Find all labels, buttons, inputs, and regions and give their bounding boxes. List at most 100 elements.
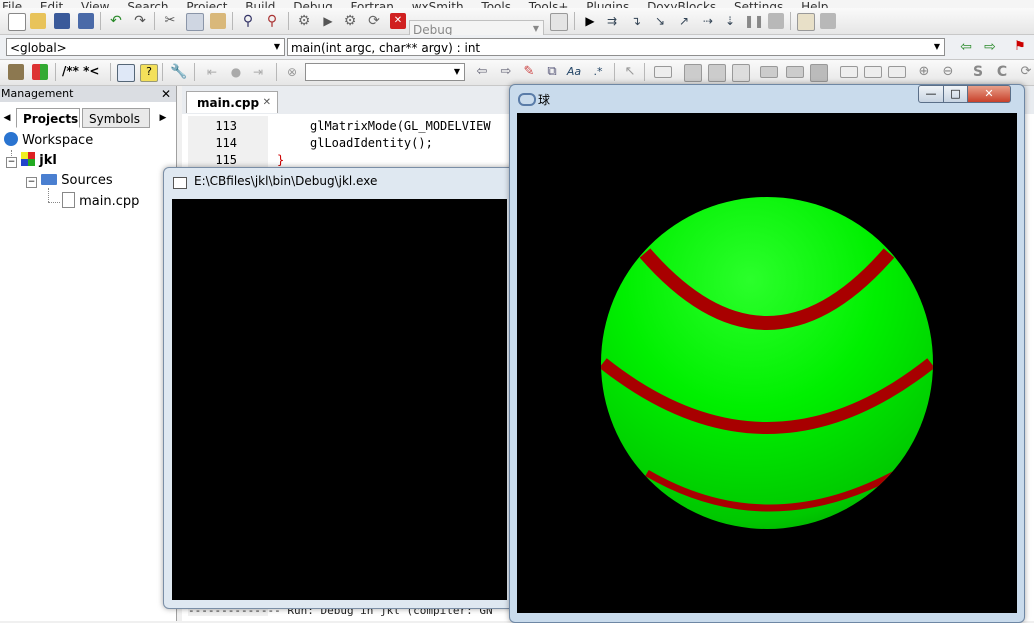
zoom-in-icon[interactable]: ⊕ [916, 64, 932, 80]
find-icon[interactable]: ⚲ [240, 13, 256, 29]
s-icon[interactable]: S [970, 64, 986, 80]
close-button[interactable]: ✕ [967, 85, 1011, 103]
save-icon[interactable] [54, 13, 70, 29]
next-line-icon[interactable]: ↴ [628, 13, 644, 29]
tree-item-workspace[interactable]: Workspace [4, 132, 93, 150]
menu-project[interactable]: Project [186, 0, 227, 8]
frame-icon[interactable] [810, 64, 828, 82]
back-arrow-icon[interactable]: ⇦ [958, 39, 974, 55]
menu-edit[interactable]: Edit [40, 0, 63, 8]
code-line[interactable]: glMatrixMode(GL_MODELVIEW [310, 119, 491, 133]
opengl-viewport[interactable] [517, 113, 1017, 613]
selected-text-icon[interactable]: ⧉ [544, 64, 560, 80]
menu-file[interactable]: File [2, 0, 22, 8]
menu-wxsmith[interactable]: wxSmith [412, 0, 464, 8]
tree-item-sources[interactable]: − Sources [26, 172, 113, 190]
editor-tab-main-cpp[interactable]: main.cpp ✕ [186, 91, 278, 113]
button-icon[interactable] [840, 66, 858, 78]
minimize-button[interactable]: — [918, 85, 944, 103]
run-to-cursor-icon[interactable]: ⇉ [604, 13, 620, 29]
menu-fortran[interactable]: Fortran [351, 0, 394, 8]
menu-debug[interactable]: Debug [293, 0, 332, 8]
info-icon[interactable] [820, 13, 836, 29]
abort-icon[interactable]: ✕ [390, 13, 406, 29]
stop-icon[interactable] [768, 13, 784, 29]
menu-toolsplus[interactable]: Tools+ [529, 0, 569, 8]
collapse-icon[interactable]: − [26, 177, 37, 188]
tab-scroll-left-icon[interactable]: ◀ [0, 108, 14, 128]
toggle-bookmark-icon[interactable]: ● [228, 64, 244, 80]
checkbox-icon[interactable] [888, 66, 906, 78]
prev-bookmark-icon[interactable]: ⇤ [204, 64, 220, 80]
cut-icon[interactable]: ✂ [162, 13, 178, 29]
layout-icon[interactable] [760, 66, 778, 78]
maximize-button[interactable]: □ [943, 85, 968, 103]
code-line[interactable]: glLoadIdentity(); [310, 136, 433, 150]
pointer-icon[interactable]: ↖ [622, 64, 638, 80]
match-case-icon[interactable]: Aa [566, 64, 582, 80]
rebuild-icon[interactable]: ⟳ [366, 13, 382, 29]
bookmark-flag-icon[interactable]: ⚑ [1012, 39, 1028, 55]
save-all-icon[interactable] [78, 13, 94, 29]
tab-symbols[interactable]: Symbols [82, 108, 150, 128]
target-options-icon[interactable] [550, 13, 568, 31]
forward-arrow-icon[interactable]: ⇨ [982, 39, 998, 55]
step-instruction-icon[interactable]: ⇣ [722, 13, 738, 29]
build-gear-icon[interactable]: ⚙ [296, 13, 312, 29]
widget-icon[interactable] [654, 66, 672, 78]
zoom-out-icon[interactable]: ⊖ [940, 64, 956, 80]
step-out-icon[interactable]: ↗ [676, 13, 692, 29]
layout-icon[interactable] [786, 66, 804, 78]
new-file-icon[interactable] [8, 13, 26, 31]
undo-icon[interactable]: ↶ [108, 13, 124, 29]
doxy-comment-button[interactable]: /** *< [62, 64, 99, 78]
doxywizard-icon[interactable] [8, 64, 24, 80]
next-instruction-icon[interactable]: ⇢ [700, 13, 716, 29]
menu-build[interactable]: Build [245, 0, 275, 8]
debug-start-icon[interactable]: ▶ [582, 13, 598, 29]
run-icon[interactable]: ▶ [320, 13, 336, 29]
image-icon[interactable] [684, 64, 702, 82]
paste-icon[interactable] [210, 13, 226, 29]
console-output[interactable] [172, 199, 507, 600]
highlight-icon[interactable]: ✎ [521, 64, 537, 80]
panel-icon[interactable] [732, 64, 750, 82]
tree-item-project[interactable]: − jkl [6, 152, 57, 170]
html-output-icon[interactable] [117, 64, 135, 82]
collapse-icon[interactable]: − [6, 157, 17, 168]
clear-search-icon[interactable]: ⊗ [284, 64, 300, 80]
menu-view[interactable]: View [81, 0, 109, 8]
redo-icon[interactable]: ↷ [132, 13, 148, 29]
close-icon[interactable]: ✕ [161, 86, 171, 102]
code-line[interactable]: } [277, 153, 284, 167]
menu-plugins[interactable]: Plugins [586, 0, 629, 8]
menu-search[interactable]: Search [127, 0, 168, 8]
copy-icon[interactable] [186, 13, 204, 31]
replace-icon[interactable]: ⚲ [264, 13, 280, 29]
step-into-icon[interactable]: ↘ [652, 13, 668, 29]
menu-tools[interactable]: Tools [481, 0, 511, 8]
tree-item-main-cpp[interactable]: main.cpp [62, 192, 139, 210]
build-and-run-icon[interactable]: ⚙ [342, 13, 358, 29]
bitmap-icon[interactable] [708, 64, 726, 82]
c-icon[interactable]: C [994, 64, 1010, 80]
extract-project-icon[interactable] [32, 64, 48, 80]
open-folder-icon[interactable] [30, 13, 46, 29]
menu-doxyblocks[interactable]: DoxyBlocks [647, 0, 716, 8]
textbox-icon[interactable] [864, 66, 882, 78]
close-icon[interactable]: ✕ [263, 92, 271, 114]
refresh-icon[interactable]: ⟳ [1018, 64, 1034, 80]
wrench-icon[interactable]: 🔧 [170, 64, 187, 80]
find-prev-icon[interactable]: ⇦ [474, 64, 490, 80]
regex-icon[interactable]: .* [590, 64, 606, 80]
menu-help[interactable]: Help [801, 0, 828, 8]
debug-windows-icon[interactable] [797, 13, 815, 31]
help-icon[interactable]: ? [140, 64, 158, 82]
scope-select[interactable]: <global> ▼ [6, 38, 285, 56]
menu-settings[interactable]: Settings [734, 0, 783, 8]
pause-icon[interactable]: ❚❚ [744, 13, 764, 29]
tab-projects[interactable]: Projects [16, 108, 80, 128]
tab-scroll-right-icon[interactable]: ▶ [156, 108, 170, 128]
function-select[interactable]: main(int argc, char** argv) : int ▼ [287, 38, 945, 56]
find-next-icon[interactable]: ⇨ [498, 64, 514, 80]
